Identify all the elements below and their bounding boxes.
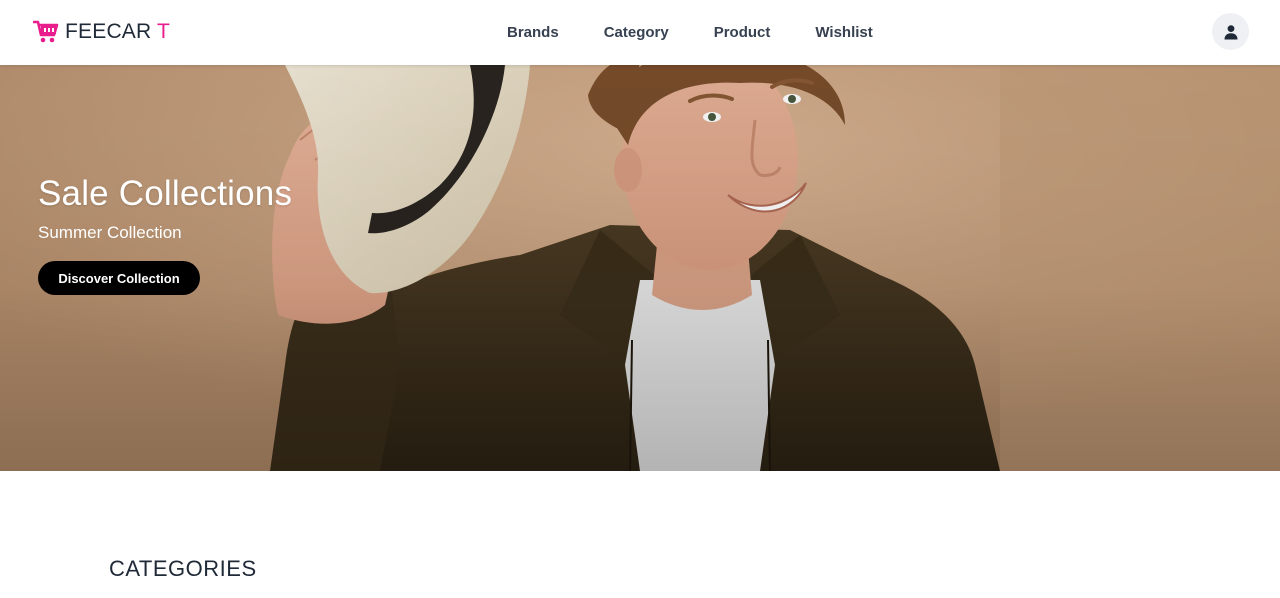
categories-heading: CATEGORIES — [109, 556, 257, 581]
brand-logo[interactable]: FEECAR T — [33, 18, 170, 46]
brand-name: FEECAR T — [65, 20, 170, 44]
user-icon — [1224, 24, 1237, 39]
hero-title: Sale Collections — [38, 174, 293, 213]
brand-name-main: FEECAR — [65, 20, 152, 43]
nav-link-wishlist[interactable]: Wishlist — [815, 24, 872, 41]
main-nav: Brands Category Product Wishlist — [507, 22, 873, 42]
user-account-button[interactable] — [1212, 13, 1249, 50]
hero-subtitle: Summer Collection — [38, 223, 182, 242]
discover-collection-button[interactable]: Discover Collection — [38, 261, 200, 295]
nav-link-brands[interactable]: Brands — [507, 24, 559, 41]
brand-name-accent: T — [157, 20, 171, 43]
nav-link-category[interactable]: Category — [604, 24, 669, 41]
top-navbar: FEECAR T Brands Category Product Wishlis… — [0, 0, 1280, 65]
hero-banner: Sale Collections Summer Collection Disco… — [0, 65, 1280, 471]
nav-link-product[interactable]: Product — [714, 24, 771, 41]
cart-icon — [33, 20, 59, 43]
